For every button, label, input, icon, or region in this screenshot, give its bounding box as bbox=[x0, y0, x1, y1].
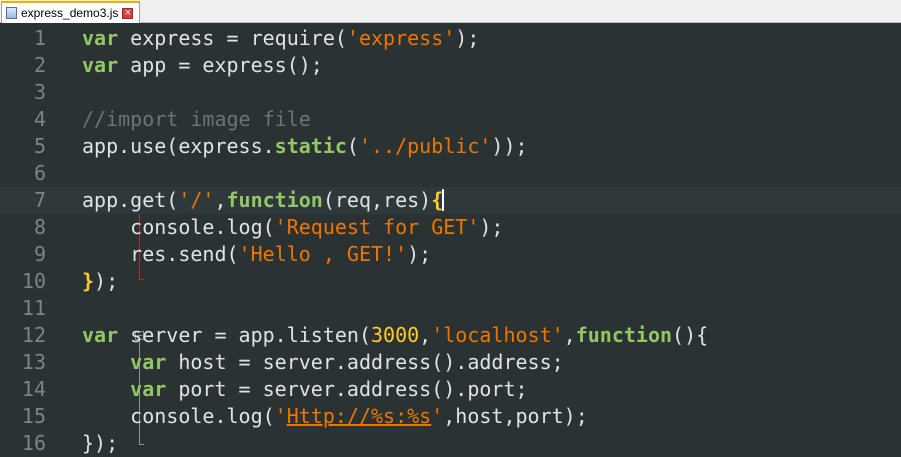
code-token: ' bbox=[274, 404, 287, 428]
close-tab-icon[interactable]: × bbox=[122, 7, 134, 19]
code-text: var host = server.address().address; bbox=[82, 349, 564, 376]
code-token: 'Request for GET' bbox=[274, 215, 480, 239]
code-line[interactable]: 7 app.get('/',function(req,res){ bbox=[0, 187, 901, 214]
code-token: , bbox=[214, 188, 227, 212]
code-text: }); bbox=[82, 430, 118, 457]
code-line[interactable]: 10}); bbox=[0, 268, 901, 295]
line-number: 3 bbox=[33, 80, 46, 104]
code-line[interactable]: 2 var app = express(); bbox=[0, 52, 901, 79]
code-token: port = server.address().port; bbox=[166, 377, 528, 401]
code-line[interactable]: 16}); bbox=[0, 430, 901, 457]
line-number: 16 bbox=[21, 431, 46, 455]
code-line[interactable]: 11 bbox=[0, 295, 901, 322]
tab-bar: express_demo3.js × bbox=[0, 0, 901, 23]
code-line[interactable]: 9 res.send('Hello , GET!'); bbox=[0, 241, 901, 268]
code-token: 'express' bbox=[346, 26, 456, 50]
line-number: 4 bbox=[33, 107, 46, 131]
code-token: res.send( bbox=[82, 242, 239, 266]
code-token: ); bbox=[479, 215, 504, 239]
code-token: static bbox=[274, 134, 347, 158]
code-line[interactable]: 13 var host = server.address().address; bbox=[0, 349, 901, 376]
line-number: 14 bbox=[21, 377, 46, 401]
code-line[interactable]: 6 bbox=[0, 160, 901, 187]
code-token: express = require( bbox=[118, 26, 347, 50]
code-text: //import image file bbox=[82, 106, 311, 133]
code-token: server = app.listen( bbox=[118, 323, 371, 347]
code-text: }); bbox=[82, 268, 118, 295]
code-token: app = express(); bbox=[118, 53, 323, 77]
code-line[interactable]: 1 var express = require('express'); bbox=[0, 25, 901, 52]
code-token: (req,res) bbox=[322, 188, 432, 212]
code-token: , bbox=[563, 323, 576, 347]
code-line[interactable]: 8 console.log('Request for GET'); bbox=[0, 214, 901, 241]
js-file-icon bbox=[6, 7, 17, 19]
code-token: function bbox=[226, 188, 323, 212]
code-token: app.get( bbox=[82, 188, 179, 212]
code-token: '../public' bbox=[358, 134, 492, 158]
code-line[interactable]: 5 app.use(express.static('../public')); bbox=[0, 133, 901, 160]
code-token: 'Hello , GET!' bbox=[238, 242, 408, 266]
code-text: var app = express(); bbox=[82, 52, 323, 79]
line-number: 7 bbox=[33, 188, 46, 212]
code-text: res.send('Hello , GET!'); bbox=[82, 241, 431, 268]
code-editor[interactable]: 1 var express = require('express'); 2 var a… bbox=[0, 23, 901, 456]
line-number: 2 bbox=[33, 53, 46, 77]
code-token: ( bbox=[346, 134, 359, 158]
code-line[interactable]: 15 console.log('Http://%s:%s',host,port)… bbox=[0, 403, 901, 430]
code-token: app.use(express. bbox=[82, 134, 275, 158]
tab-filename: express_demo3.js bbox=[21, 6, 119, 20]
code-token: host = server.address().address; bbox=[166, 350, 564, 374]
code-token: var bbox=[130, 377, 167, 401]
code-token: ); bbox=[94, 269, 119, 293]
text-caret bbox=[442, 189, 445, 211]
code-token: ); bbox=[455, 26, 480, 50]
code-text: console.log('Request for GET'); bbox=[82, 214, 503, 241]
code-text: console.log('Http://%s:%s',host,port); bbox=[82, 403, 588, 430]
code-line[interactable]: 12 var server = app.listen(3000,'localhos… bbox=[0, 322, 901, 349]
tab-express-demo3[interactable]: express_demo3.js × bbox=[1, 1, 141, 23]
code-token: (){ bbox=[672, 323, 709, 347]
code-text: var express = require('express'); bbox=[82, 25, 479, 52]
code-token: )); bbox=[491, 134, 528, 158]
code-text: app.use(express.static('../public')); bbox=[82, 133, 528, 160]
code-token: console.log( bbox=[82, 215, 275, 239]
code-token: //import image file bbox=[82, 107, 311, 131]
code-line[interactable]: 3 bbox=[0, 79, 901, 106]
code-token: console.log( bbox=[82, 404, 275, 428]
code-token: 3000 bbox=[371, 323, 420, 347]
code-line[interactable]: 4 //import image file bbox=[0, 106, 901, 133]
line-number: 1 bbox=[33, 26, 46, 50]
code-token: var bbox=[82, 53, 119, 77]
line-number: 10 bbox=[21, 269, 46, 293]
code-token: ,host,port); bbox=[443, 404, 588, 428]
code-token: Http://%s:%s bbox=[286, 404, 432, 428]
code-token: , bbox=[419, 323, 432, 347]
code-token: var bbox=[82, 323, 119, 347]
line-number: 11 bbox=[21, 296, 46, 320]
code-line[interactable]: 14 var port = server.address().port; bbox=[0, 376, 901, 403]
code-token: var bbox=[82, 26, 119, 50]
code-token: 'localhost' bbox=[431, 323, 564, 347]
code-token: ' bbox=[431, 404, 444, 428]
line-number: 13 bbox=[21, 350, 46, 374]
code-text: var server = app.listen(3000,'localhost'… bbox=[82, 322, 708, 349]
line-number: 5 bbox=[33, 134, 46, 158]
code-text: app.get('/',function(req,res){ bbox=[82, 187, 445, 214]
code-text: var port = server.address().port; bbox=[82, 376, 528, 403]
line-number: 15 bbox=[21, 404, 46, 428]
line-number: 12 bbox=[21, 323, 46, 347]
line-number: 6 bbox=[33, 161, 46, 185]
line-number: 9 bbox=[33, 242, 46, 266]
line-number: 8 bbox=[33, 215, 46, 239]
code-token: ); bbox=[407, 242, 432, 266]
code-token: '/' bbox=[178, 188, 215, 212]
code-token: var bbox=[130, 350, 167, 374]
code-token: }); bbox=[82, 431, 119, 455]
code-token: } bbox=[82, 269, 95, 293]
code-token: function bbox=[575, 323, 673, 347]
